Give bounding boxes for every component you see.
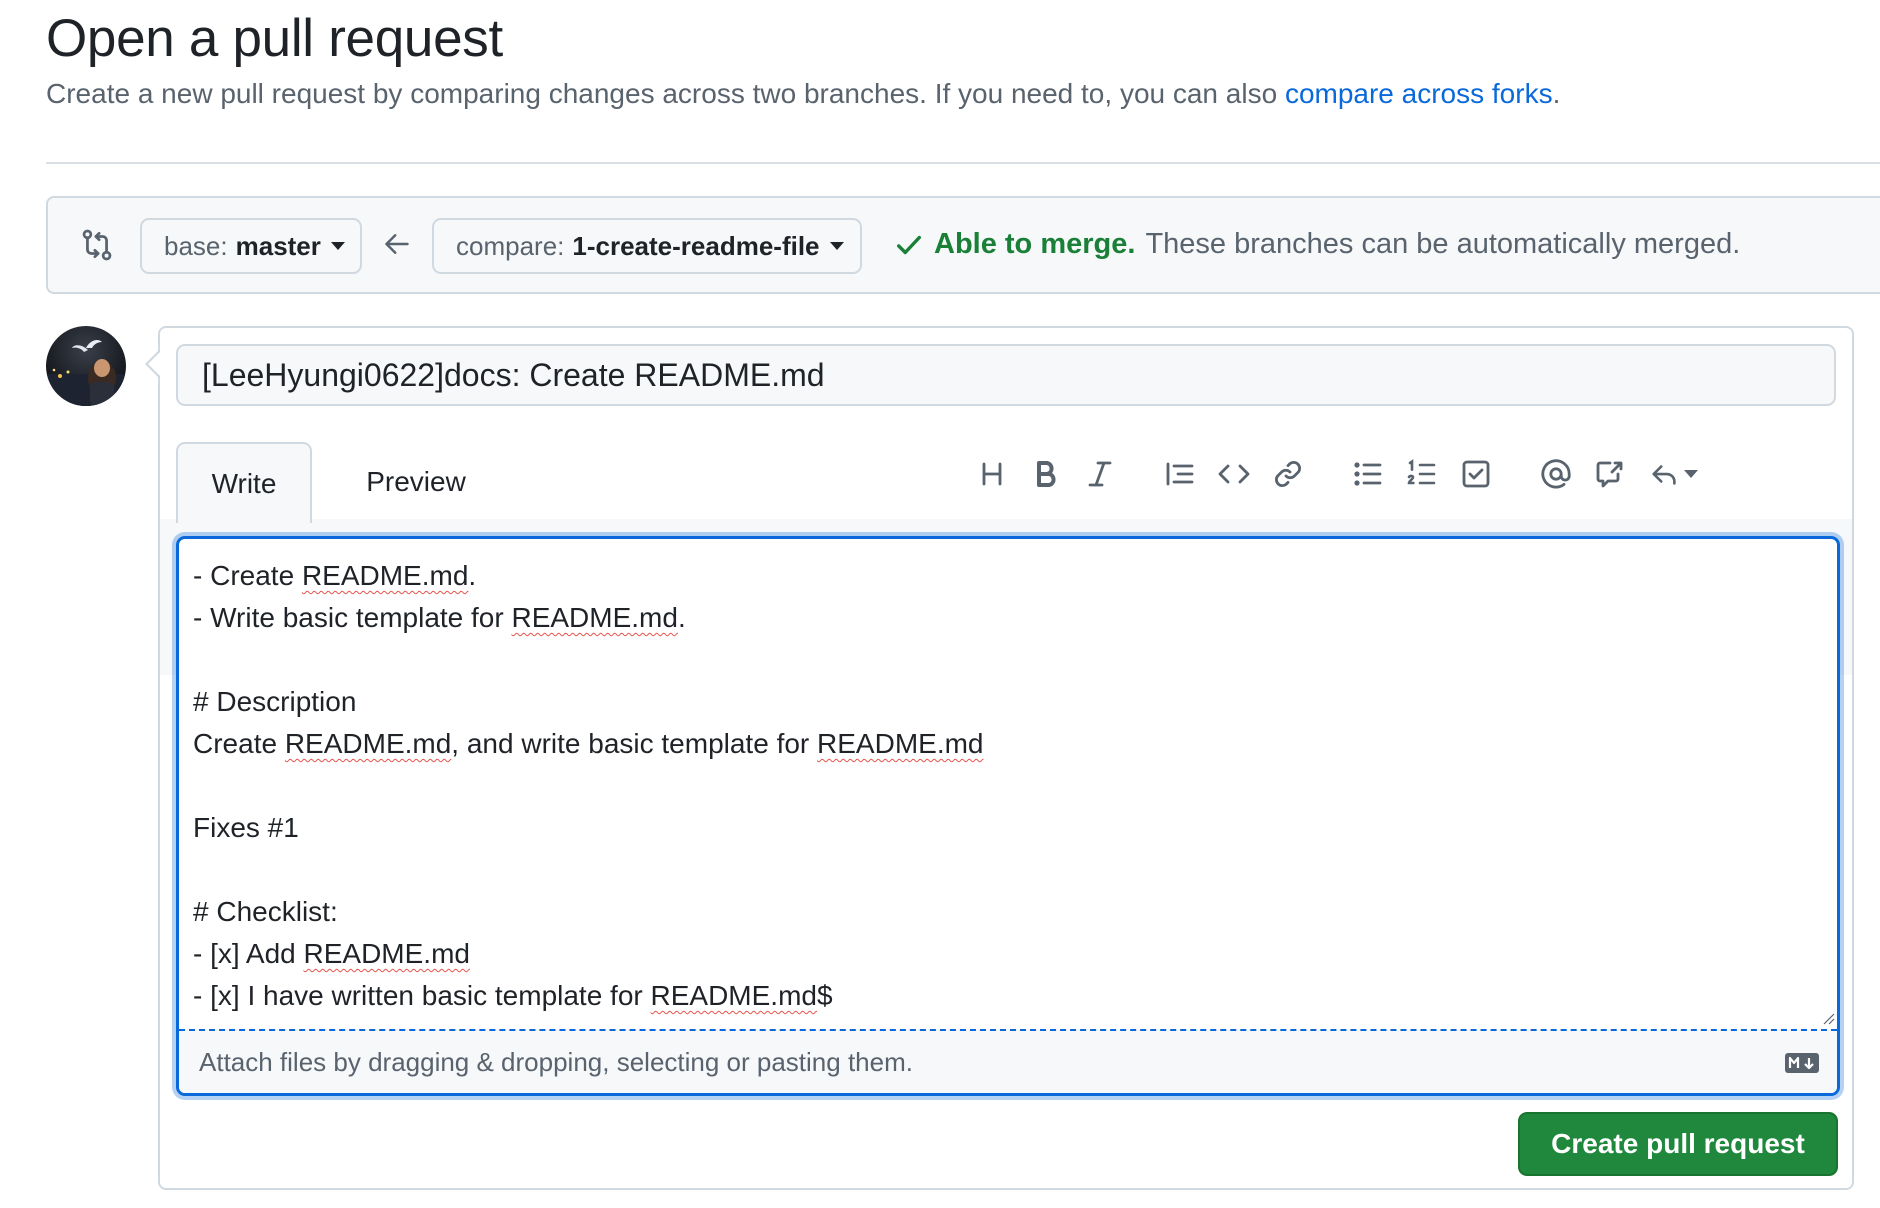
chevron-down-icon (1684, 470, 1698, 478)
check-icon (897, 235, 921, 254)
pr-body-editor[interactable]: - Create README.md. - Write basic templat… (176, 536, 1840, 1096)
compare-across-forks-link[interactable]: compare across forks (1285, 78, 1553, 109)
compare-branch-name: 1-create-readme-file (572, 230, 820, 261)
attach-files-hint: Attach files by dragging & dropping, sel… (199, 1047, 913, 1077)
base-branch-select[interactable]: base: master (140, 218, 362, 274)
base-branch-name: master (235, 230, 321, 261)
mention-button[interactable] (1536, 454, 1576, 494)
create-pull-request-button[interactable]: Create pull request (1518, 1112, 1838, 1176)
page-title: Open a pull request (46, 9, 503, 68)
unordered-list-button[interactable] (1348, 454, 1388, 494)
quote-button[interactable] (1160, 454, 1200, 494)
ordered-list-icon (1407, 459, 1436, 485)
heading-icon (982, 462, 1002, 486)
spellcheck-word: README.md (284, 728, 452, 759)
body-line: - [x] Add README.md (193, 938, 470, 969)
merge-status-detail: These branches can be automatically merg… (1145, 228, 1741, 260)
comment-pointer-fill (148, 352, 160, 376)
link-button[interactable] (1268, 454, 1308, 494)
resize-handle-icon[interactable] (1821, 1011, 1835, 1025)
base-label: base: (164, 230, 228, 261)
body-line (193, 849, 1823, 891)
compare-branch-select[interactable]: compare: 1-create-readme-file (432, 218, 862, 274)
tab-write[interactable]: Write (176, 442, 312, 523)
body-line: - Create README.md. (193, 560, 477, 591)
avatar[interactable] (46, 326, 126, 406)
range-editor: base: master compare: 1-create-readme-fi… (46, 196, 1880, 294)
subtitle-end: . (1552, 78, 1561, 109)
italic-icon (1088, 461, 1112, 487)
cross-reference-button[interactable] (1590, 454, 1630, 494)
header-divider (46, 162, 1880, 164)
body-line: # Description (193, 686, 357, 717)
body-line: Fixes #1 (193, 812, 299, 843)
spellcheck-word: README.md (650, 980, 817, 1011)
link-icon (1275, 461, 1301, 487)
cross-reference-icon (1596, 461, 1623, 488)
chevron-down-icon (829, 242, 844, 250)
pull-request-form: Write Preview (145, 326, 1854, 1190)
mention-icon (1541, 459, 1571, 489)
body-line: Create README.md, and write basic templa… (193, 728, 984, 759)
body-line (193, 765, 1823, 807)
compare-label: compare: (456, 230, 565, 261)
chevron-down-icon (330, 242, 345, 250)
heading-button[interactable] (972, 454, 1012, 494)
pr-title-input[interactable] (176, 344, 1836, 406)
quote-icon (1166, 462, 1194, 486)
saved-replies-button[interactable] (1644, 454, 1704, 494)
unordered-list-icon (1354, 462, 1382, 486)
merge-status: Able to merge. These branches can be aut… (894, 228, 1740, 261)
merge-status-label: Able to merge. (934, 228, 1136, 260)
pr-body-textarea[interactable]: - Create README.md. - Write basic templat… (179, 539, 1837, 1029)
code-icon (1218, 464, 1250, 484)
italic-button[interactable] (1080, 454, 1120, 494)
markdown-icon[interactable] (1785, 1053, 1819, 1073)
body-line: # Checklist: (193, 896, 338, 927)
body-line: - [x] I have written basic template for … (193, 980, 833, 1011)
code-button[interactable] (1214, 454, 1254, 494)
bold-button[interactable] (1026, 454, 1066, 494)
spellcheck-word: README.md (511, 602, 678, 633)
page-subtitle: Create a new pull request by comparing c… (46, 78, 1560, 110)
ordered-list-button[interactable] (1402, 454, 1442, 494)
file-attachment-bar[interactable]: Attach files by dragging & dropping, sel… (179, 1029, 1837, 1093)
task-list-button[interactable] (1456, 454, 1496, 494)
git-compare-icon (82, 229, 112, 261)
spellcheck-word: README.md (301, 560, 469, 591)
subtitle-text: Create a new pull request by comparing c… (46, 78, 1285, 109)
bold-icon (1037, 461, 1056, 487)
tab-preview[interactable]: Preview (336, 442, 496, 521)
avatar-image (46, 326, 126, 406)
spellcheck-word: README.md (303, 938, 470, 969)
task-list-icon (1462, 460, 1490, 488)
body-line: - Write basic template for README.md. (193, 602, 686, 633)
arrow-left-icon (385, 234, 409, 254)
spellcheck-word: README.md (817, 728, 984, 759)
body-line (193, 639, 1823, 681)
reply-icon (1652, 465, 1676, 485)
